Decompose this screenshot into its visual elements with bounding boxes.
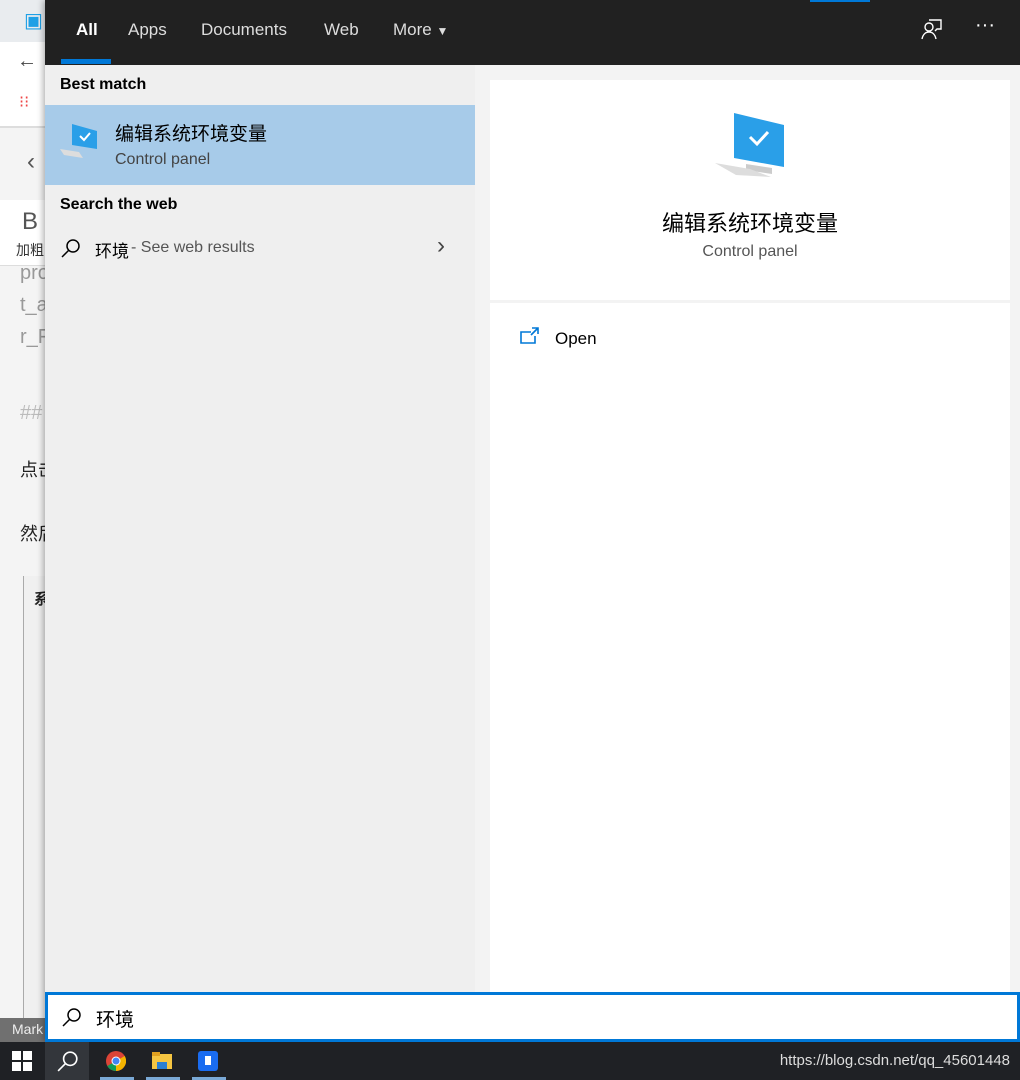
tab-all[interactable]: All bbox=[76, 20, 98, 40]
watermark: https://blog.csdn.net/qq_45601448 bbox=[779, 1052, 1010, 1069]
tab-more-label: More bbox=[393, 20, 432, 39]
bg-screenshot bbox=[23, 576, 45, 1026]
bg-text: r_F bbox=[20, 326, 45, 348]
chrome-icon[interactable] bbox=[94, 1042, 138, 1080]
bilibili-icon: ▣ bbox=[24, 10, 43, 32]
actions-card: Open bbox=[490, 303, 1010, 992]
best-match-title: 编辑系统环境变量 bbox=[115, 124, 268, 145]
computer-icon bbox=[715, 113, 784, 177]
status-text: Mark bbox=[0, 1018, 45, 1042]
tab-apps[interactable]: Apps bbox=[128, 20, 167, 40]
search-icon[interactable] bbox=[45, 1042, 89, 1080]
top-accent bbox=[810, 0, 870, 2]
search-web-heading: Search the web bbox=[60, 196, 178, 213]
collapse-chevron-icon[interactable]: ‹ bbox=[27, 148, 35, 176]
bg-text: t_a bbox=[20, 294, 45, 316]
best-match-item[interactable]: 编辑系统环境变量 Control panel bbox=[45, 105, 475, 185]
search-icon bbox=[62, 1008, 81, 1027]
preview-subtitle: Control panel bbox=[702, 243, 798, 260]
search-header: All Apps Documents Web More ▼ ··· bbox=[45, 0, 1020, 65]
more-options-icon[interactable]: ··· bbox=[975, 14, 995, 37]
tab-web[interactable]: Web bbox=[324, 20, 359, 40]
best-match-heading: Best match bbox=[60, 76, 147, 93]
results-pane: Best match 编辑系统环境变量 Control panel Search… bbox=[45, 65, 475, 992]
open-icon bbox=[520, 327, 539, 344]
open-action[interactable]: Open bbox=[490, 321, 1010, 357]
web-query: 环境 bbox=[95, 242, 129, 261]
tab-documents[interactable]: Documents bbox=[201, 20, 287, 40]
bg-text: 系 bbox=[34, 591, 45, 608]
bold-label: 加粗 bbox=[16, 242, 44, 258]
search-input[interactable]: 环境 bbox=[45, 992, 1020, 1042]
bg-text: 然后 bbox=[20, 524, 45, 544]
chevron-right-icon: › bbox=[437, 232, 445, 259]
best-match-subtitle: Control panel bbox=[115, 151, 211, 168]
editor-toolbar: B 加粗 bbox=[0, 200, 45, 266]
search-panel: All Apps Documents Web More ▼ ··· Best m… bbox=[45, 0, 1020, 1042]
taskbar: https://blog.csdn.net/qq_45601448 bbox=[0, 1042, 1020, 1080]
active-tab-indicator bbox=[61, 59, 111, 64]
start-icon[interactable] bbox=[0, 1042, 44, 1080]
computer-icon bbox=[60, 124, 97, 158]
bg-text: 点击 bbox=[20, 460, 45, 480]
chevron-down-icon: ▼ bbox=[436, 24, 449, 38]
bg-text: pro bbox=[20, 262, 45, 284]
web-result-item[interactable]: 环境 - See web results › bbox=[45, 230, 475, 266]
file-explorer-icon[interactable] bbox=[140, 1042, 184, 1080]
browser-nav: ← ⁝⁝ bbox=[0, 42, 45, 128]
bold-button[interactable]: B bbox=[22, 208, 38, 236]
apps-grid-icon[interactable]: ⁝⁝ bbox=[19, 92, 29, 112]
search-icon bbox=[61, 239, 80, 258]
back-icon[interactable]: ← bbox=[17, 50, 37, 73]
web-suffix: - See web results bbox=[131, 239, 255, 256]
preview-title: 编辑系统环境变量 bbox=[661, 211, 838, 236]
browser-tabbar: ▣ bbox=[0, 0, 45, 42]
preview-card: 编辑系统环境变量 Control panel bbox=[490, 80, 1010, 300]
open-label: Open bbox=[555, 329, 597, 348]
app-icon[interactable] bbox=[186, 1042, 230, 1080]
feedback-icon[interactable] bbox=[921, 18, 943, 46]
bg-text: ## bbox=[20, 402, 43, 424]
search-value: 环境 bbox=[96, 1010, 135, 1031]
tab-more[interactable]: More ▼ bbox=[393, 20, 448, 40]
background-app: ▣ ← ⁝⁝ ‹ B 加粗 pro t_a r_F ## 点击 然后 系 bbox=[0, 0, 45, 1042]
